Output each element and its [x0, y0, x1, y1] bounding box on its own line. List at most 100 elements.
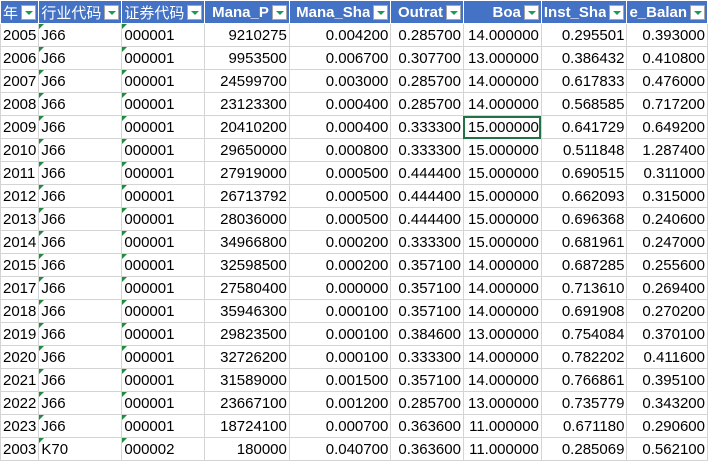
cell-balance[interactable]: 1.287400 [626, 138, 708, 162]
cell-year[interactable]: 2014 [0, 230, 40, 254]
cell-outrat[interactable]: 0.357100 [390, 299, 464, 323]
cell-boa[interactable]: 14.000000 [462, 69, 542, 93]
cell-inst_sha[interactable]: 0.295501 [540, 23, 628, 47]
cell-inst_sha[interactable]: 0.691908 [540, 299, 628, 323]
cell-code[interactable]: 000001 [121, 207, 206, 231]
cell-code[interactable]: 000001 [121, 138, 206, 162]
filter-dropdown-icon[interactable] [445, 5, 461, 20]
cell-balance[interactable]: 0.562100 [626, 437, 708, 461]
cell-boa[interactable]: 15.000000 [462, 138, 542, 162]
column-header-mana_p[interactable]: Mana_P [204, 0, 290, 24]
cell-balance[interactable]: 0.370100 [626, 322, 708, 346]
cell-inst_sha[interactable]: 0.696368 [540, 207, 628, 231]
cell-mana_p[interactable]: 32726200 [204, 345, 290, 369]
cell-industry[interactable]: J66 [38, 161, 123, 185]
cell-outrat[interactable]: 0.444400 [390, 161, 464, 185]
filter-dropdown-icon[interactable] [187, 5, 203, 20]
cell-year[interactable]: 2020 [0, 345, 40, 369]
cell-industry[interactable]: K70 [38, 437, 123, 461]
cell-boa[interactable]: 15.000000 [462, 207, 542, 231]
cell-mana_sha[interactable]: 0.001200 [288, 391, 392, 415]
cell-code[interactable]: 000001 [121, 253, 206, 277]
cell-inst_sha[interactable]: 0.285069 [540, 437, 628, 461]
cell-inst_sha[interactable]: 0.662093 [540, 184, 628, 208]
cell-mana_p[interactable]: 34966800 [204, 230, 290, 254]
cell-balance[interactable]: 0.290600 [626, 414, 708, 438]
cell-boa[interactable]: 14.000000 [462, 276, 542, 300]
cell-mana_sha[interactable]: 0.000800 [288, 138, 392, 162]
cell-year[interactable]: 2003 [0, 437, 40, 461]
cell-code[interactable]: 000001 [121, 92, 206, 116]
column-header-year[interactable]: 年 [0, 0, 40, 24]
cell-outrat[interactable]: 0.357100 [390, 276, 464, 300]
cell-year[interactable]: 2017 [0, 276, 40, 300]
cell-inst_sha[interactable]: 0.511848 [540, 138, 628, 162]
cell-boa[interactable]: 11.000000 [462, 437, 542, 461]
cell-code[interactable]: 000001 [121, 184, 206, 208]
cell-industry[interactable]: J66 [38, 23, 123, 47]
cell-balance[interactable]: 0.410800 [626, 46, 708, 70]
cell-balance[interactable]: 0.476000 [626, 69, 708, 93]
filter-dropdown-icon[interactable] [373, 5, 389, 20]
cell-code[interactable]: 000001 [121, 69, 206, 93]
cell-industry[interactable]: J66 [38, 46, 123, 70]
cell-inst_sha[interactable]: 0.713610 [540, 276, 628, 300]
cell-outrat[interactable]: 0.444400 [390, 184, 464, 208]
cell-outrat[interactable]: 0.285700 [390, 23, 464, 47]
cell-balance[interactable]: 0.255600 [626, 253, 708, 277]
cell-boa[interactable]: 14.000000 [462, 368, 542, 392]
cell-boa[interactable]: 15.000000 [462, 115, 542, 139]
cell-boa[interactable]: 14.000000 [462, 299, 542, 323]
cell-industry[interactable]: J66 [38, 414, 123, 438]
cell-mana_sha[interactable]: 0.000700 [288, 414, 392, 438]
cell-year[interactable]: 2005 [0, 23, 40, 47]
cell-industry[interactable]: J66 [38, 138, 123, 162]
cell-outrat[interactable]: 0.357100 [390, 368, 464, 392]
filter-dropdown-icon[interactable] [690, 5, 705, 20]
cell-inst_sha[interactable]: 0.641729 [540, 115, 628, 139]
cell-outrat[interactable]: 0.444400 [390, 207, 464, 231]
filter-dropdown-icon[interactable] [104, 5, 120, 20]
cell-mana_sha[interactable]: 0.000100 [288, 322, 392, 346]
cell-mana_p[interactable]: 31589000 [204, 368, 290, 392]
cell-inst_sha[interactable]: 0.782202 [540, 345, 628, 369]
cell-mana_p[interactable]: 24599700 [204, 69, 290, 93]
cell-boa[interactable]: 15.000000 [462, 230, 542, 254]
cell-mana_sha[interactable]: 0.000000 [288, 276, 392, 300]
cell-industry[interactable]: J66 [38, 115, 123, 139]
cell-outrat[interactable]: 0.285700 [390, 391, 464, 415]
cell-year[interactable]: 2021 [0, 368, 40, 392]
cell-mana_p[interactable]: 32598500 [204, 253, 290, 277]
cell-inst_sha[interactable]: 0.690515 [540, 161, 628, 185]
cell-code[interactable]: 000001 [121, 115, 206, 139]
cell-balance[interactable]: 0.717200 [626, 92, 708, 116]
cell-year[interactable]: 2023 [0, 414, 40, 438]
cell-outrat[interactable]: 0.307700 [390, 46, 464, 70]
cell-mana_p[interactable]: 28036000 [204, 207, 290, 231]
column-header-code[interactable]: 证券代码 [121, 0, 206, 24]
cell-outrat[interactable]: 0.285700 [390, 92, 464, 116]
cell-mana_p[interactable]: 26713792 [204, 184, 290, 208]
cell-mana_p[interactable]: 23667100 [204, 391, 290, 415]
cell-code[interactable]: 000001 [121, 322, 206, 346]
cell-year[interactable]: 2012 [0, 184, 40, 208]
column-header-balance[interactable]: e_Balan [626, 0, 708, 24]
cell-mana_p[interactable]: 23123300 [204, 92, 290, 116]
cell-mana_sha[interactable]: 0.000400 [288, 92, 392, 116]
cell-balance[interactable]: 0.395100 [626, 368, 708, 392]
cell-boa[interactable]: 13.000000 [462, 322, 542, 346]
filter-dropdown-icon[interactable] [271, 5, 287, 20]
cell-inst_sha[interactable]: 0.766861 [540, 368, 628, 392]
cell-mana_p[interactable]: 9953500 [204, 46, 290, 70]
cell-boa[interactable]: 14.000000 [462, 345, 542, 369]
cell-inst_sha[interactable]: 0.386432 [540, 46, 628, 70]
cell-boa[interactable]: 13.000000 [462, 46, 542, 70]
cell-industry[interactable]: J66 [38, 299, 123, 323]
cell-mana_p[interactable]: 27919000 [204, 161, 290, 185]
cell-year[interactable]: 2009 [0, 115, 40, 139]
cell-outrat[interactable]: 0.363600 [390, 414, 464, 438]
cell-outrat[interactable]: 0.363600 [390, 437, 464, 461]
column-header-inst_sha[interactable]: Inst_Sha [540, 0, 628, 24]
cell-industry[interactable]: J66 [38, 322, 123, 346]
cell-boa[interactable]: 15.000000 [462, 161, 542, 185]
